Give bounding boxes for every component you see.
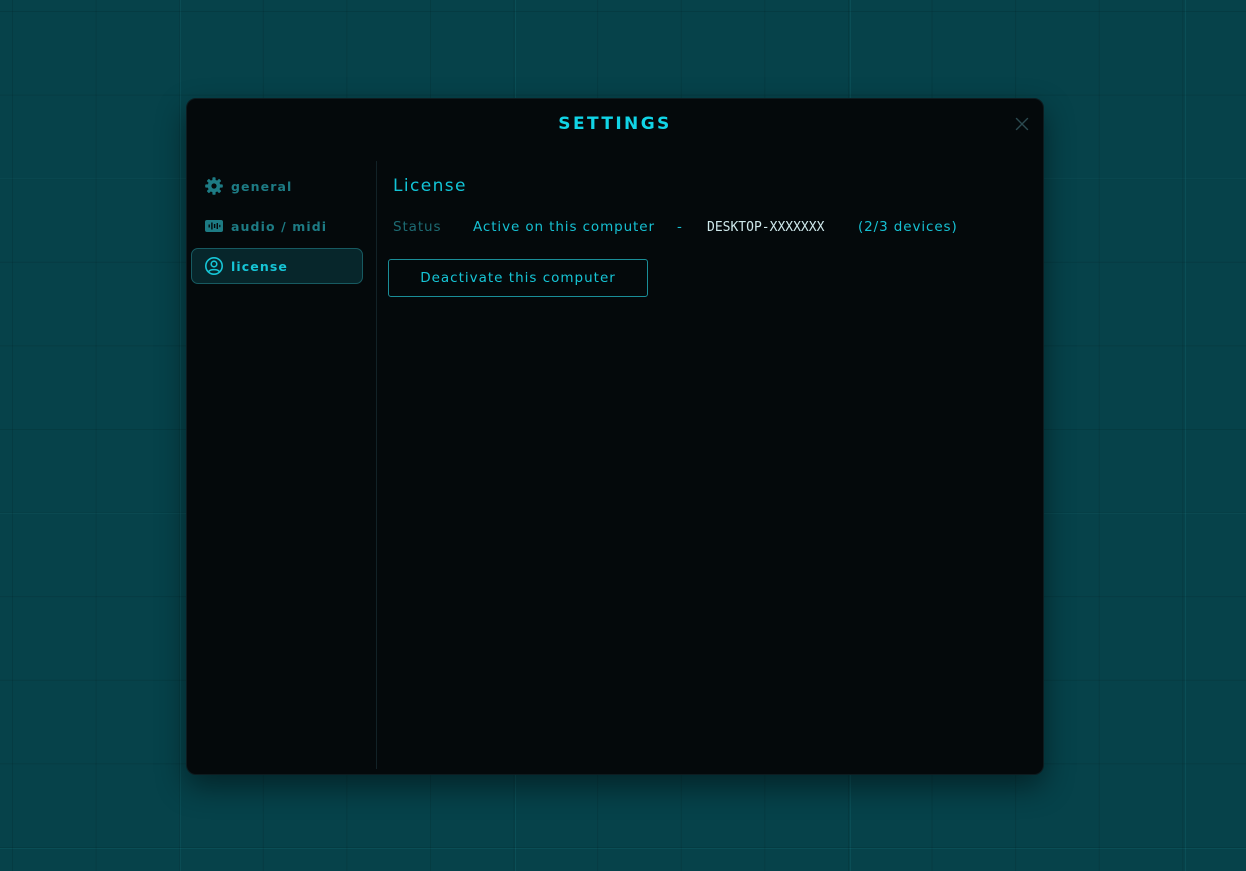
modal-title: SETTINGS [558, 114, 672, 134]
sidebar-item-license[interactable]: license [191, 248, 363, 284]
sidebar-item-label: license [231, 258, 288, 274]
close-icon [1015, 117, 1029, 131]
close-button[interactable] [1013, 115, 1031, 133]
user-circle-icon [204, 256, 224, 276]
license-status-row: Status Active on this computer - DESKTOP… [393, 219, 1033, 237]
sidebar-item-label: audio / midi [231, 218, 328, 234]
gear-icon [204, 176, 224, 196]
section-title: License [393, 176, 467, 196]
settings-sidebar: general audio / midi license [187, 161, 377, 769]
settings-modal: SETTINGS general audio / midi license Li… [186, 98, 1044, 775]
sidebar-item-label: general [231, 178, 293, 194]
status-value: Active on this computer [473, 219, 655, 235]
device-name: DESKTOP-XXXXXXX [707, 220, 825, 235]
status-label: Status [393, 219, 442, 235]
deactivate-button[interactable]: Deactivate this computer [388, 259, 648, 297]
sidebar-item-audio-midi[interactable]: audio / midi [191, 208, 363, 244]
sidebar-item-general[interactable]: general [191, 168, 363, 204]
device-count: (2/3 devices) [858, 219, 958, 235]
status-separator: - [677, 219, 683, 235]
audio-wave-icon [204, 216, 224, 236]
